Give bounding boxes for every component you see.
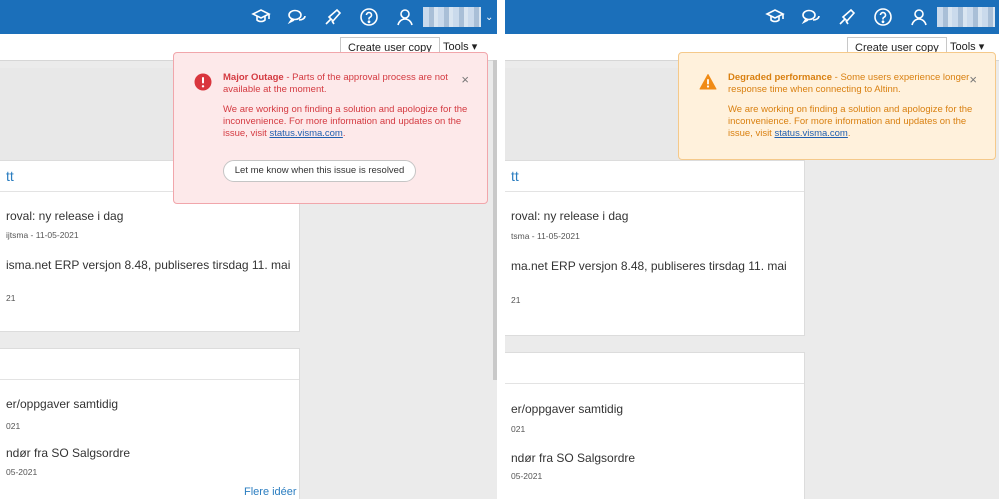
alert-title: Major Outage <box>223 72 284 83</box>
news-meta: tsma - 11-05-2021 <box>511 231 580 241</box>
alert-body: We are working on finding a solution and… <box>223 104 468 139</box>
megaphone-icon[interactable] <box>315 0 351 34</box>
chat-bubbles-icon[interactable] <box>279 0 315 34</box>
help-icon[interactable] <box>865 0 901 34</box>
user-icon[interactable] <box>387 0 423 34</box>
user-name-redacted[interactable] <box>423 7 481 27</box>
news-meta: 21 <box>6 293 16 303</box>
idea-title[interactable]: er/oppgaver samtidig <box>6 397 118 411</box>
graduation-cap-icon[interactable] <box>757 0 793 34</box>
graduation-cap-icon[interactable] <box>243 0 279 34</box>
help-icon[interactable] <box>351 0 387 34</box>
notify-when-resolved-button[interactable]: Let me know when this issue is resolved <box>223 160 416 182</box>
news-title[interactable]: roval: ny release i dag <box>511 209 628 223</box>
idea-title[interactable]: ndør fra SO Salgsordre <box>6 446 130 460</box>
close-icon[interactable]: × <box>969 73 977 86</box>
alert-title: Degraded performance <box>728 72 833 83</box>
idea-title[interactable]: ndør fra SO Salgsordre <box>511 451 635 465</box>
chevron-down-icon[interactable]: ⌄ <box>485 12 497 23</box>
user-name-redacted[interactable] <box>937 7 995 27</box>
news-meta: 21 <box>511 295 521 305</box>
ideas-card: er/oppgaver samtidig 021 ndør fra SO Sal… <box>505 352 805 499</box>
status-link[interactable]: status.visma.com <box>774 128 847 139</box>
user-icon[interactable] <box>901 0 937 34</box>
screenshot-degraded-performance: Create user copy Tools ▾ tt roval: ny re… <box>505 0 999 499</box>
alert-content: Degraded performance - Some users experi… <box>728 72 973 148</box>
idea-meta: 05-2021 <box>6 467 38 477</box>
close-icon[interactable]: × <box>461 73 469 86</box>
status-link[interactable]: status.visma.com <box>269 128 342 139</box>
alert-body-text: We are working on finding a solution and… <box>728 104 973 139</box>
degraded-performance-alert: Degraded performance - Some users experi… <box>678 52 996 160</box>
warning-icon <box>699 74 717 90</box>
news-title[interactable]: roval: ny release i dag <box>6 209 123 223</box>
chat-bubbles-icon[interactable] <box>793 0 829 34</box>
more-ideas-link[interactable]: Flere idéer <box>244 486 297 498</box>
major-outage-alert: Major Outage - Parts of the approval pro… <box>173 52 488 204</box>
alert-body-text: We are working on finding a solution and… <box>223 104 468 139</box>
alert-headline: Degraded performance - Some users experi… <box>728 72 973 96</box>
idea-meta: 021 <box>6 421 21 431</box>
alert-content: Major Outage - Parts of the approval pro… <box>223 72 468 148</box>
news-title[interactable]: isma.net ERP versjon 8.48, publiseres ti… <box>6 258 290 272</box>
alert-body: We are working on finding a solution and… <box>728 104 973 139</box>
card-header[interactable]: tt <box>505 161 804 192</box>
card-header <box>505 353 804 384</box>
news-card: tt roval: ny release i dag tsma - 11-05-… <box>505 160 805 336</box>
top-navigation-bar <box>505 0 999 34</box>
ideas-card: er/oppgaver samtidig 021 ndør fra SO Sal… <box>0 348 300 499</box>
megaphone-icon[interactable] <box>829 0 865 34</box>
idea-meta: 021 <box>511 424 526 434</box>
news-title[interactable]: ma.net ERP versjon 8.48, publiseres tirs… <box>511 259 787 273</box>
card-header <box>0 349 299 380</box>
screenshot-major-outage: ⌄ Create user copy Tools ▾ tt roval: ny … <box>0 0 497 499</box>
panel-divider <box>497 0 505 499</box>
news-meta: ijtsma - 11-05-2021 <box>6 230 79 240</box>
alert-headline: Major Outage - Parts of the approval pro… <box>223 72 468 96</box>
idea-meta: 05-2021 <box>511 471 543 481</box>
error-icon <box>194 73 212 91</box>
top-navigation-bar: ⌄ <box>0 0 497 34</box>
idea-title[interactable]: er/oppgaver samtidig <box>511 402 623 416</box>
